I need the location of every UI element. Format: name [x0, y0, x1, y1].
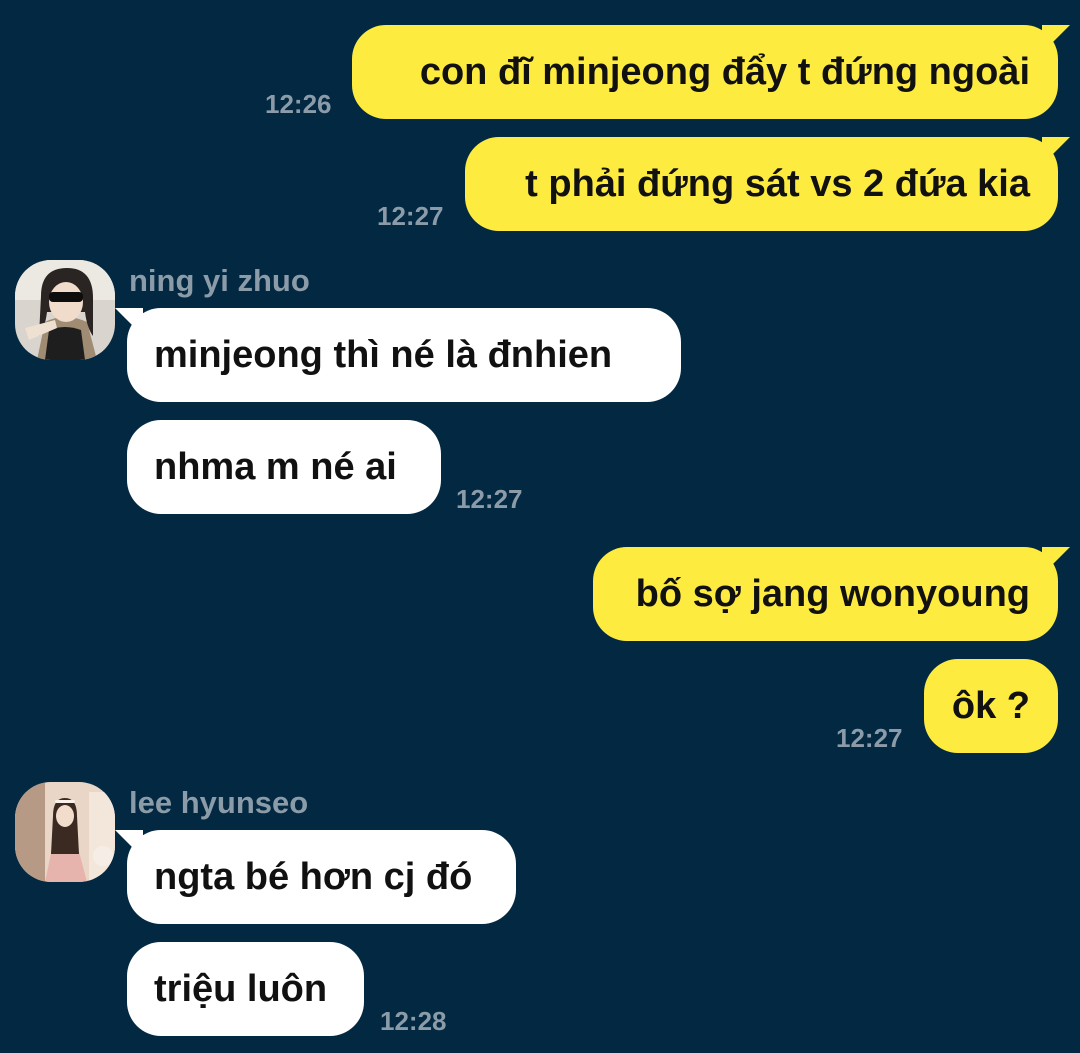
message-timestamp: 12:27: [836, 723, 903, 753]
avatar-photo-woman-pink-dress-icon: [15, 782, 115, 882]
incoming-message-bubble[interactable]: minjeong thì né là đnhien: [115, 308, 681, 402]
message-text: minjeong thì né là đnhien: [154, 334, 613, 376]
outgoing-message-bubble[interactable]: bố sợ jang wonyoung: [593, 547, 1070, 641]
avatar-photo-woman-sunglasses-icon: [15, 260, 115, 360]
message-text: triệu luôn: [154, 968, 328, 1010]
sender-avatar[interactable]: [15, 782, 115, 882]
sender-name: ning yi zhuo: [129, 263, 310, 298]
message-timestamp: 12:27: [456, 484, 523, 514]
outgoing-message-bubble[interactable]: con đĩ minjeong đẩy t đứng ngoài: [352, 25, 1070, 119]
bubble-tail: [1042, 547, 1070, 575]
message-timestamp: 12:27: [377, 201, 444, 231]
bubble-tail: [115, 308, 143, 336]
outgoing-message-bubble[interactable]: ôk ?: [924, 659, 1058, 753]
sender-avatar[interactable]: [15, 260, 115, 360]
message-text: t phải đứng sát vs 2 đứa kia: [525, 163, 1030, 205]
chat-screen: { "conversation": [ {"type": "outgoing",…: [0, 0, 1080, 1053]
incoming-message-bubble[interactable]: ngta bé hơn cj đó: [115, 830, 516, 924]
outgoing-message-bubble[interactable]: t phải đứng sát vs 2 đứa kia: [465, 137, 1070, 231]
message-timestamp: 12:26: [265, 89, 332, 119]
bubble-tail: [1042, 137, 1070, 165]
bubble-tail: [1042, 25, 1070, 53]
sender-name: lee hyunseo: [129, 785, 309, 820]
message-text: ôk ?: [951, 685, 1030, 727]
message-text: ngta bé hơn cj đó: [154, 856, 473, 898]
incoming-message-bubble[interactable]: nhma m né ai: [127, 420, 441, 514]
message-text: con đĩ minjeong đẩy t đứng ngoài: [419, 51, 1030, 93]
message-text: bố sợ jang wonyoung: [635, 573, 1030, 615]
incoming-message-bubble[interactable]: triệu luôn: [127, 942, 364, 1036]
message-text: nhma m né ai: [154, 446, 397, 488]
bubble-tail: [115, 830, 143, 858]
message-timestamp: 12:28: [380, 1006, 447, 1036]
